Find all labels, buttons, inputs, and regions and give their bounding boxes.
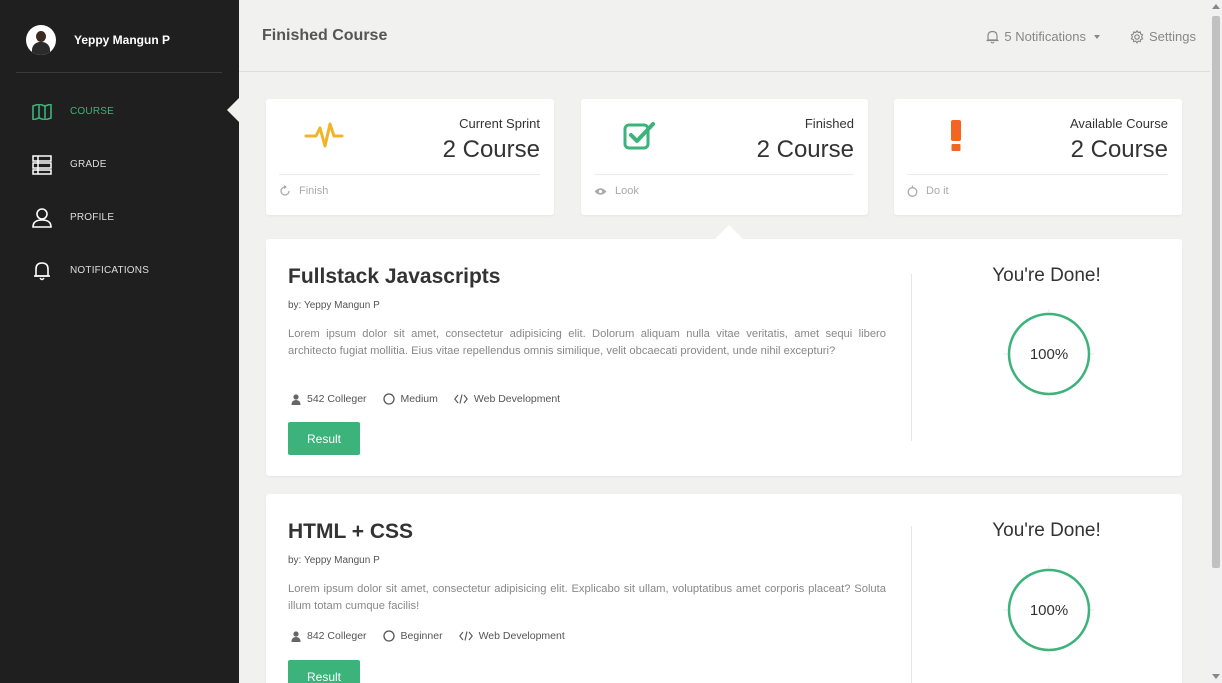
stat-label: Available Course <box>1069 116 1168 131</box>
course-title: HTML + CSS <box>288 520 414 543</box>
stat-value: 2 Course <box>756 136 854 163</box>
caret-down-icon <box>1094 34 1101 39</box>
sidebar-item-label: PROFILE <box>70 212 115 223</box>
course-meta: 842 Colleger Beginner Web Development <box>291 630 581 642</box>
sidebar-item-profile[interactable]: PROFILE <box>0 191 239 244</box>
course-author: by: Yeppy Mangun P <box>288 300 380 311</box>
stopwatch-icon <box>907 185 918 197</box>
progress-value: 100% <box>1029 345 1069 363</box>
divider <box>594 174 854 175</box>
students-count: 842 Colleger <box>291 630 367 642</box>
stat-footer-link[interactable]: Look <box>594 185 639 197</box>
stat-footer-label: Finish <box>299 185 329 197</box>
stat-label: Current Sprint <box>459 116 540 131</box>
list-icon <box>32 154 52 175</box>
stat-footer-label: Look <box>615 185 639 197</box>
gear-icon <box>1130 29 1144 44</box>
scroll-up-arrow[interactable] <box>1212 4 1220 9</box>
completion-status: You're Done! <box>992 520 1101 541</box>
course-title: Fullstack Javascripts <box>288 265 501 288</box>
sidebar: Yeppy Mangun P COURSE GRADE PROFILE NOTI… <box>0 0 240 683</box>
stat-label: Finished <box>804 116 854 131</box>
stat-footer-link[interactable]: Do it <box>907 185 949 197</box>
circle-icon <box>382 630 395 642</box>
settings-link[interactable]: Settings <box>1130 29 1196 44</box>
settings-label: Settings <box>1149 29 1196 44</box>
course-card: HTML + CSS by: Yeppy Mangun P Lorem ipsu… <box>266 494 1182 683</box>
scroll-thumb[interactable] <box>1212 16 1220 568</box>
check-square-icon <box>619 115 659 155</box>
user-profile[interactable]: Yeppy Mangun P <box>16 8 222 73</box>
sidebar-item-label: GRADE <box>70 159 107 170</box>
divider <box>907 174 1168 175</box>
course-level: Beginner <box>382 630 443 642</box>
course-description: Lorem ipsum dolor sit amet, consectetur … <box>288 328 886 357</box>
course-category: Web Development <box>458 630 565 642</box>
course-author: by: Yeppy Mangun P <box>288 555 380 566</box>
stat-value: 2 Course <box>442 136 540 163</box>
avatar <box>26 25 56 55</box>
notifications-label: 5 Notifications <box>1004 29 1087 44</box>
result-button[interactable]: Result <box>288 660 360 683</box>
progress-ring: 100% <box>1004 309 1094 399</box>
course-description: Lorem ipsum dolor sit amet, consectetur … <box>288 583 886 612</box>
category-label: Web Development <box>478 630 565 642</box>
sidebar-item-notifications[interactable]: NOTIFICATIONS <box>0 244 239 297</box>
completion-status: You're Done! <box>992 265 1101 286</box>
sidebar-item-grade[interactable]: GRADE <box>0 138 239 191</box>
stat-card-finished: Finished 2 Course Look <box>581 99 868 215</box>
bell-icon <box>32 261 52 281</box>
level-label: Medium <box>400 393 438 405</box>
exclamation-icon <box>936 115 976 155</box>
sidebar-nav: COURSE GRADE PROFILE NOTIFICATIONS <box>0 85 240 297</box>
top-bar: Finished Course 5 Notifications Settings <box>239 8 1210 72</box>
page-scrollbar[interactable] <box>1210 0 1222 683</box>
stat-card-current-sprint: Current Sprint 2 Course Finish <box>266 99 554 215</box>
divider <box>911 526 912 683</box>
refresh-icon <box>280 185 290 196</box>
category-label: Web Development <box>473 393 561 405</box>
map-icon <box>32 102 52 122</box>
course-meta: 542 Colleger Medium Web Development <box>291 393 576 405</box>
sidebar-item-course[interactable]: COURSE <box>0 85 240 138</box>
result-button[interactable]: Result <box>288 422 360 455</box>
top-actions: 5 Notifications Settings <box>986 29 1196 44</box>
page-title: Finished Course <box>262 27 388 44</box>
user-name: Yeppy Mangun P <box>74 33 171 47</box>
active-caret <box>227 97 240 123</box>
stat-card-available-course: Available Course 2 Course Do it <box>894 99 1182 215</box>
divider <box>911 274 912 441</box>
course-category: Web Development <box>454 393 560 405</box>
divider <box>279 174 540 175</box>
stat-footer-label: Do it <box>926 185 949 197</box>
level-label: Beginner <box>400 630 443 642</box>
progress-ring: 100% <box>1004 565 1094 655</box>
stat-value: 2 Course <box>1070 136 1168 163</box>
students-label: 542 Colleger <box>307 393 367 405</box>
user-icon <box>291 630 301 642</box>
eye-icon <box>594 187 607 195</box>
notifications-dropdown[interactable]: 5 Notifications <box>986 29 1104 44</box>
user-icon <box>32 207 52 228</box>
course-level: Medium <box>382 393 438 405</box>
stat-footer-link[interactable]: Finish <box>279 185 328 197</box>
sidebar-item-label: NOTIFICATIONS <box>70 265 150 276</box>
circle-icon <box>382 393 395 405</box>
sidebar-item-label: COURSE <box>70 106 114 117</box>
code-icon <box>454 394 468 404</box>
code-icon <box>458 631 473 641</box>
user-icon <box>291 393 301 405</box>
scroll-down-arrow[interactable] <box>1212 674 1220 679</box>
heartbeat-icon <box>304 115 344 155</box>
course-card: Fullstack Javascripts by: Yeppy Mangun P… <box>266 239 1182 476</box>
bell-icon <box>986 30 999 44</box>
students-count: 542 Colleger <box>291 393 367 405</box>
students-label: 842 Colleger <box>307 630 367 642</box>
progress-value: 100% <box>1029 601 1069 619</box>
selected-pointer <box>714 225 744 240</box>
